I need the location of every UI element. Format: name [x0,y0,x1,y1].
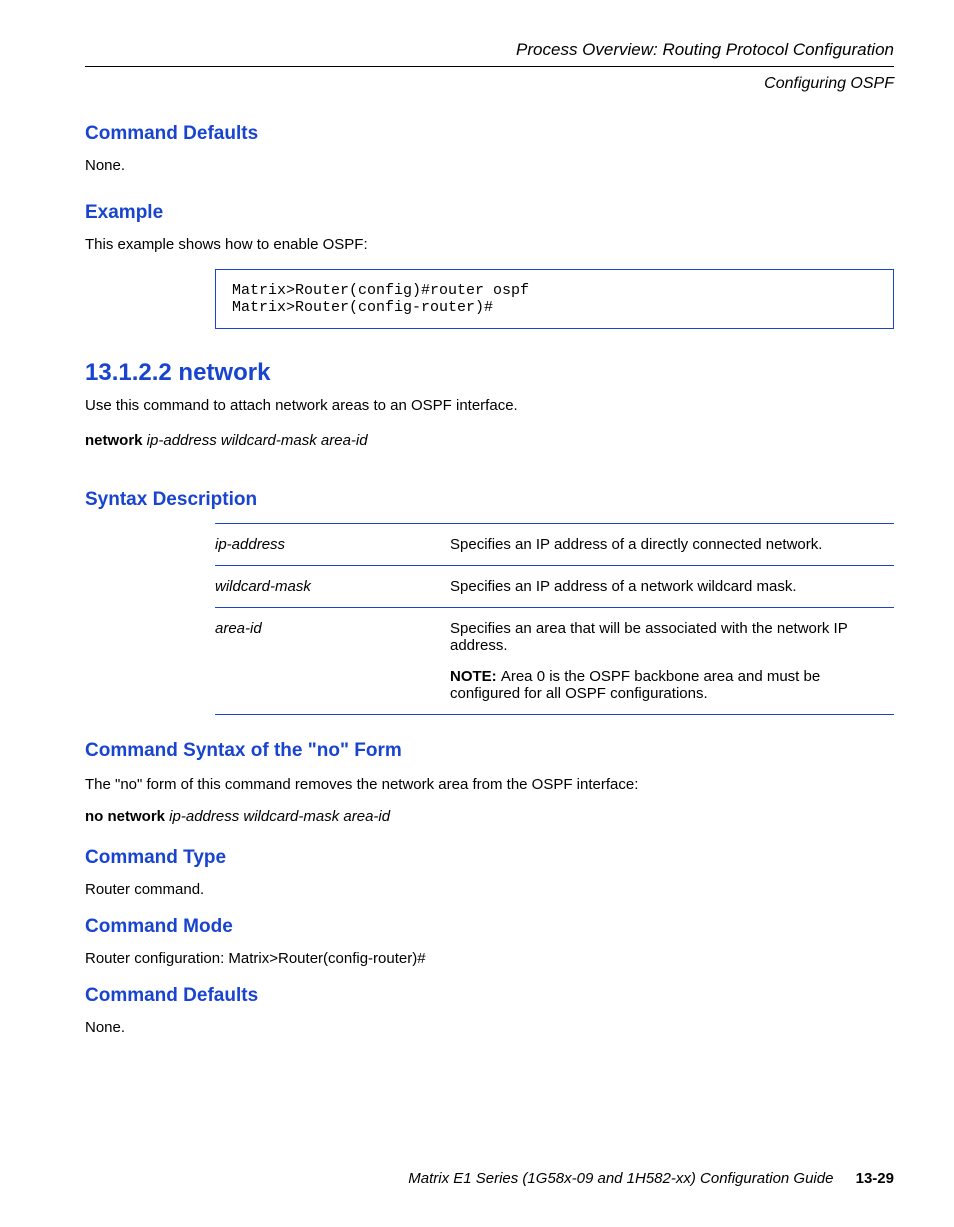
header-configuring-ospf: Configuring OSPF [85,75,894,93]
network-syntax-cmd: network [85,432,143,449]
note-label: NOTE: [450,668,501,685]
syntax-desc: Specifies an IP address of a network wil… [450,578,894,595]
no-form-param: ip-address wildcard-mask area-id [165,808,390,825]
syntax-description-table: ip-address Specifies an IP address of a … [215,523,894,715]
syntax-row: wildcard-mask Specifies an IP address of… [215,566,894,608]
no-form-cmd: no network [85,808,165,825]
syntax-row: area-id Specifies an area that will be a… [215,608,894,715]
syntax-desc: Specifies an area that will be associate… [450,620,894,702]
example-code-box: Matrix>Router(config)#router ospf Matrix… [215,269,894,329]
network-description: Use this command to attach network areas… [85,397,894,414]
heading-no-form: Command Syntax of the "no" Form [85,740,894,762]
network-syntax-param: ip-address wildcard-mask area-id [143,432,368,449]
network-syntax: network ip-address wildcard-mask area-id [85,432,894,449]
header-process-overview: Process Overview: Routing Protocol Confi… [85,40,894,67]
command-defaults-1-text: None. [85,157,894,174]
syntax-desc: Specifies an IP address of a directly co… [450,536,894,553]
syntax-param: wildcard-mask [215,578,450,595]
syntax-param: area-id [215,620,450,702]
command-defaults-2-text: None. [85,1019,894,1036]
heading-command-mode: Command Mode [85,916,894,938]
heading-command-defaults-1: Command Defaults [85,123,894,145]
heading-network: 13.1.2.2 network [85,359,894,387]
heading-command-defaults-2: Command Defaults [85,985,894,1007]
syntax-param: ip-address [215,536,450,553]
heading-syntax-description: Syntax Description [85,489,894,511]
page-footer: Matrix E1 Series (1G58x-09 and 1H582-xx)… [85,1170,894,1187]
footer-page-number: 13-29 [856,1170,894,1187]
no-form-text: The "no" form of this command removes th… [85,774,894,796]
heading-command-type: Command Type [85,847,894,869]
footer-title: Matrix E1 Series (1G58x-09 and 1H582-xx)… [408,1170,833,1187]
note-text: Area 0 is the OSPF backbone area and mus… [450,668,820,702]
syntax-note: NOTE: Area 0 is the OSPF backbone area a… [450,668,894,702]
command-mode-text: Router configuration: Matrix>Router(conf… [85,950,894,967]
syntax-desc-text: Specifies an area that will be associate… [450,620,847,654]
heading-example: Example [85,202,894,224]
example-text: This example shows how to enable OSPF: [85,236,894,253]
no-form-syntax: no network ip-address wildcard-mask area… [85,808,894,825]
command-type-text: Router command. [85,881,894,898]
syntax-row: ip-address Specifies an IP address of a … [215,523,894,566]
